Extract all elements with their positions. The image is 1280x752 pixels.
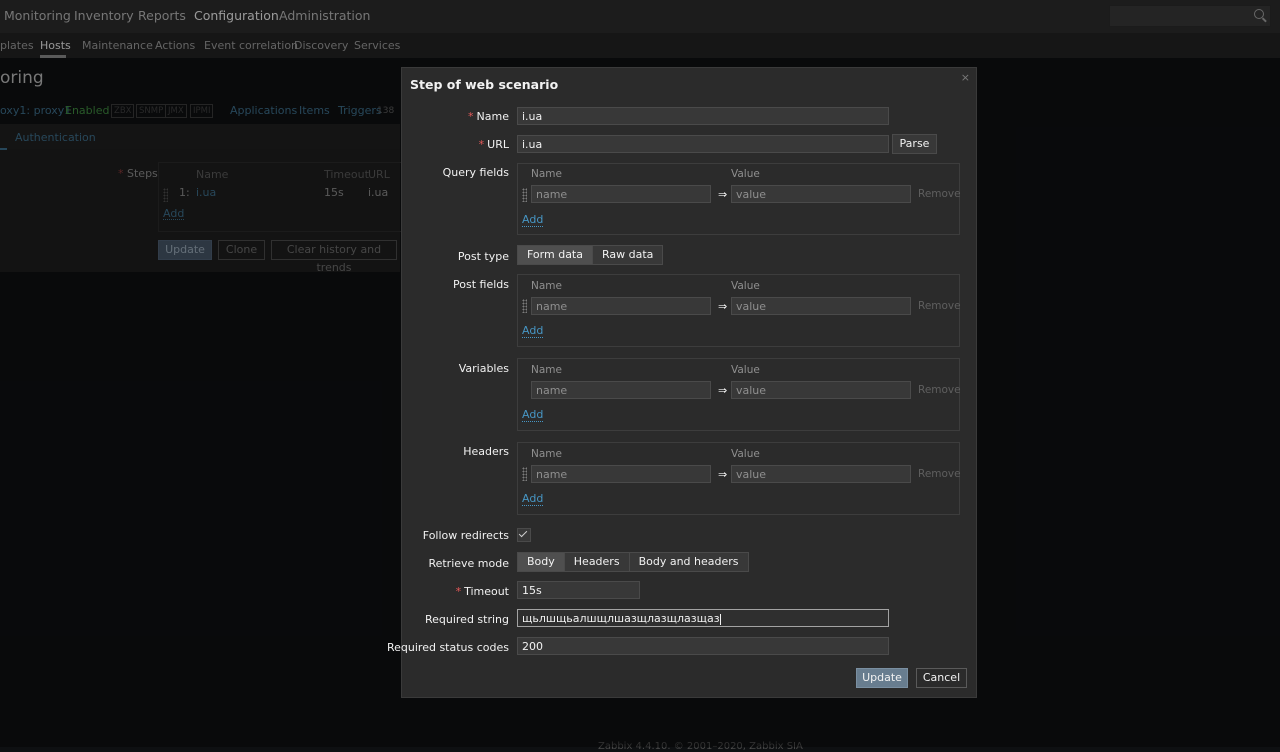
arrow-icon: ⇒ bbox=[718, 384, 728, 397]
query-col-value: Value bbox=[731, 168, 760, 180]
arrow-icon: ⇒ bbox=[718, 300, 728, 313]
query-name-input[interactable]: name bbox=[531, 185, 711, 203]
parse-button[interactable]: Parse bbox=[892, 134, 937, 154]
post-type-toggle: Form data Raw data bbox=[517, 245, 664, 265]
variables-label: Variables bbox=[458, 362, 509, 375]
arrow-icon: ⇒ bbox=[718, 468, 728, 481]
timeout-label: * Timeout bbox=[455, 585, 509, 598]
query-fields-group: Name Value name ⇒ value Remove Add bbox=[517, 163, 961, 235]
post-col-name: Name bbox=[531, 280, 562, 292]
dialog-title: Step of web scenario bbox=[410, 77, 559, 92]
post-name-input[interactable]: name bbox=[531, 297, 711, 315]
drag-handle-icon[interactable] bbox=[522, 299, 527, 313]
variables-value-input[interactable]: value bbox=[731, 381, 911, 399]
drag-handle-icon[interactable] bbox=[522, 188, 527, 202]
timeout-input[interactable]: 15s bbox=[517, 581, 640, 599]
post-fields-group: Name Value name ⇒ value Remove Add bbox=[517, 274, 961, 347]
headers-col-value: Value bbox=[731, 448, 760, 460]
query-col-name: Name bbox=[531, 168, 562, 180]
headers-value-input[interactable]: value bbox=[731, 465, 911, 483]
variables-col-name: Name bbox=[531, 364, 562, 376]
retrieve-mode-label: Retrieve mode bbox=[428, 557, 509, 570]
headers-group: Name Value name ⇒ value Remove Add bbox=[517, 442, 961, 515]
retrieve-mode-headers[interactable]: Headers bbox=[564, 553, 630, 571]
status-codes-input[interactable]: 200 bbox=[517, 637, 889, 655]
query-fields-label: Query fields bbox=[442, 166, 509, 179]
required-string-label: Required string bbox=[424, 613, 509, 626]
post-col-value: Value bbox=[731, 280, 760, 292]
headers-col-name: Name bbox=[531, 448, 562, 460]
post-remove-link[interactable]: Remove bbox=[918, 300, 961, 312]
post-fields-label: Post fields bbox=[453, 278, 509, 291]
variables-name-input[interactable]: name bbox=[531, 381, 711, 399]
headers-name-input[interactable]: name bbox=[531, 465, 711, 483]
required-string-input[interactable]: щьлшщьалшщлшазщлазщлазщаз bbox=[517, 609, 889, 627]
cancel-button[interactable]: Cancel bbox=[916, 668, 967, 688]
retrieve-mode-body[interactable]: Body bbox=[518, 553, 565, 571]
update-button[interactable]: Update bbox=[856, 668, 908, 688]
url-label: * URL bbox=[478, 138, 509, 151]
headers-remove-link[interactable]: Remove bbox=[918, 468, 961, 480]
status-codes-label: Required status codes bbox=[386, 641, 509, 654]
retrieve-mode-toggle: Body Headers Body and headers bbox=[517, 552, 749, 572]
close-icon[interactable]: × bbox=[961, 71, 970, 84]
headers-add-link[interactable]: Add bbox=[522, 493, 544, 506]
post-value-input[interactable]: value bbox=[731, 297, 911, 315]
drag-handle-icon[interactable] bbox=[522, 467, 527, 481]
post-type-label: Post type bbox=[457, 250, 509, 263]
variables-col-value: Value bbox=[731, 364, 760, 376]
name-input[interactable]: i.ua bbox=[517, 107, 889, 125]
web-step-dialog: Step of web scenario × * Name i.ua * URL i… bbox=[387, 67, 977, 698]
follow-redirects-label: Follow redirects bbox=[422, 529, 509, 542]
arrow-icon: ⇒ bbox=[718, 188, 728, 201]
url-input[interactable]: i.ua bbox=[517, 135, 889, 153]
post-type-raw-data[interactable]: Raw data bbox=[592, 246, 663, 264]
retrieve-mode-body-and-headers[interactable]: Body and headers bbox=[629, 553, 748, 571]
headers-label: Headers bbox=[463, 445, 509, 458]
post-type-form-data[interactable]: Form data bbox=[518, 246, 593, 264]
variables-remove-link[interactable]: Remove bbox=[918, 384, 961, 396]
variables-group: Name Value name ⇒ value Remove Add bbox=[517, 358, 961, 431]
follow-redirects-checkbox[interactable] bbox=[517, 528, 531, 542]
variables-add-link[interactable]: Add bbox=[522, 409, 544, 422]
query-value-input[interactable]: value bbox=[731, 185, 911, 203]
text-cursor bbox=[719, 613, 721, 625]
required-string-value: щьлшщьалшщлшазщлазщлазщаз bbox=[522, 612, 720, 625]
post-add-link[interactable]: Add bbox=[522, 325, 544, 338]
query-remove-link[interactable]: Remove bbox=[918, 188, 961, 200]
query-add-link[interactable]: Add bbox=[522, 214, 544, 227]
name-label: * Name bbox=[468, 110, 509, 123]
